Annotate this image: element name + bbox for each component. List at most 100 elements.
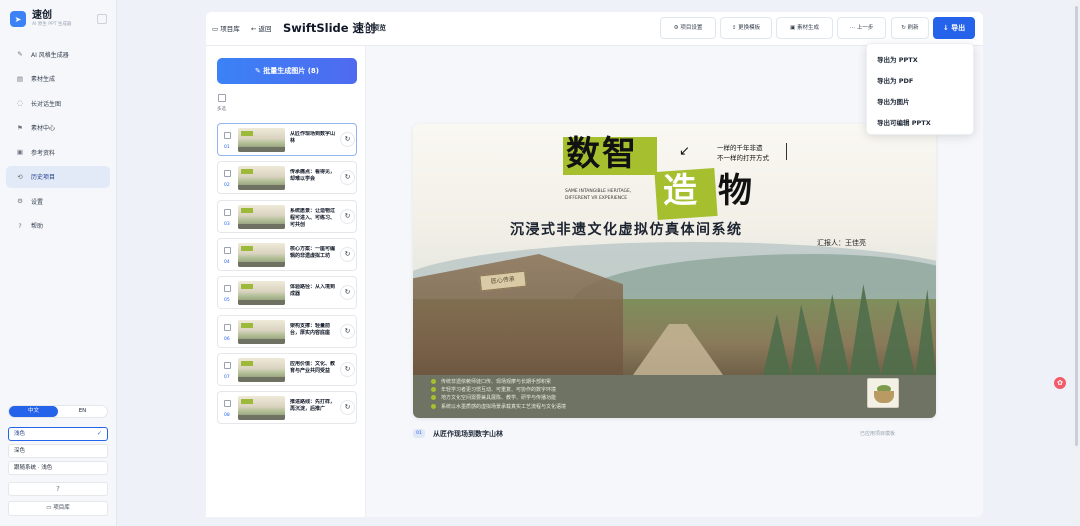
slide-card-checkbox[interactable] [224,246,231,254]
sidebar-item-3[interactable]: ⚑ 素材中心 [6,117,110,139]
help-button[interactable]: ? [8,482,108,496]
lang-en-button[interactable]: EN [58,406,107,417]
sidebar-item-label: AI 风格生成器 [31,51,69,59]
slide-card-checkbox[interactable] [224,323,231,331]
refresh-button[interactable]: ↻ 刷新 [891,17,929,39]
check-icon: ✓ [96,430,102,437]
slide-card[interactable]: 04 核心方案：一座可编辑的非遗虚拟工坊 ↻ [217,237,357,271]
slide-card-title: 传承痛点：看得见，却难以学会 [290,169,336,183]
sidebar-item-icon: ? [18,221,22,230]
change-template-button[interactable]: ⇪ 更换模板 [720,17,772,39]
slide-card-checkbox[interactable] [224,285,231,293]
thumb-band [238,147,285,152]
brand[interactable]: ➤ 速创 AI 原生 PPT 生成器 [10,10,71,28]
sidebar-item-icon: ✎ [17,50,23,58]
back-button[interactable]: ← 返回 [251,23,272,33]
sidebar-item-4[interactable]: ▣ 参考资料 [6,141,110,163]
batch-generate-button[interactable]: ✎ 批量生成图片 (8) [217,58,357,84]
sidebar-nav: ✎ AI 风格生成器 ▤ 素材生成 ◌ 长对话生图 ⚑ 素材中心 ▣ 参考资料 ⟲ 历史项目 ⚙ 设置 ? 帮… [6,43,110,239]
slide-card-checkbox[interactable] [224,208,231,216]
breadcrumb-project-library[interactable]: ▭ 项目库 [212,23,240,33]
breadcrumb-lib-label: 项目库 [220,25,240,33]
export-pptx-item[interactable]: 导出为 PPTX [877,54,918,64]
refresh-icon: ↻ [344,211,351,220]
slide-title-zao: 造 [663,171,697,211]
theme-dark-option[interactable]: 深色 [8,444,108,458]
upload-icon: ⇪ [731,25,737,31]
slide-card[interactable]: 01 从匠作现场到数字山林 ↻ [217,123,357,156]
sidebar-item-label: 素材生成 [31,76,56,83]
thumb-band [238,338,285,344]
assistant-float-icon[interactable]: ✿ [1054,377,1066,389]
folder-icon: ▭ [212,25,219,33]
slide-card-checkbox[interactable] [224,400,231,408]
thumb-title-mark [241,360,253,366]
regenerate-button[interactable]: ↻ [340,246,355,262]
sidebar-item-7[interactable]: ? 帮助 [6,215,110,237]
slide-bullet-text: 系统以水墨质感的虚拟场景承载真实工艺流程与文化语境 [441,403,567,410]
dots-icon: ⋯ [849,25,856,31]
slide-card-thumbnail [238,128,285,152]
rocket-icon: ➤ [10,11,26,27]
slide-card[interactable]: 07 应用价值：文化、教育与产业共同受益 ↻ [217,352,357,386]
sidebar-item-6[interactable]: ⚙ 设置 [6,190,110,212]
lang-zh-button[interactable]: 中文 [9,406,58,417]
refresh-icon: ↻ [344,249,351,258]
slide-card-number: 02 [224,183,230,189]
sidebar-item-2[interactable]: ◌ 长对话生图 [6,92,110,114]
sidebar-item-1[interactable]: ▤ 素材生成 [6,68,110,90]
slide-card-number: 03 [224,221,230,227]
slide-bullet: 年轻学习者更习惯互动、可重复、可协作的数字环境 [431,386,556,393]
multi-select-checkbox[interactable] [218,94,226,102]
project-library-button[interactable]: ▭ 项目库 [8,501,108,516]
scrollbar-thumb[interactable] [1075,6,1078,446]
gear-icon: ⚙ [673,25,679,31]
regenerate-button[interactable]: ↻ [340,208,355,224]
language-toggle: 中文 EN [8,405,108,418]
regenerate-button[interactable]: ↻ [340,132,355,147]
project-settings-button[interactable]: ⚙ 项目设置 [660,17,716,39]
previous-step-button[interactable]: ⋯ 上一步 [837,17,886,39]
export-pdf-item[interactable]: 导出为 PDF [877,75,913,85]
slide-tagline-2: 不一样的打开方式 [717,154,769,162]
thumb-band [238,376,285,382]
caption-slide-title: 从匠作现场到数字山林 [433,430,503,438]
image-icon: ▣ [790,25,796,31]
slide-card-title: 架构支撑：轻量前台，厚实内容底座 [290,322,331,336]
slide-preview[interactable]: 匠心传承 数智 造 物 ↙ 一样的千年非遗 不一样的打开方式 SAME INTA… [413,124,936,418]
slide-card[interactable]: 08 推进路线：先打样，再沉淀，后推广 ↻ [217,391,357,425]
arrow-left-icon: ← [251,25,257,33]
sidebar-item-5[interactable]: ⟲ 历史项目 [6,165,110,188]
regenerate-button[interactable]: ↻ [340,170,355,186]
regenerate-button[interactable]: ↻ [340,285,355,301]
thumb-title-mark [241,322,253,328]
slide-bullet: 系统以水墨质感的虚拟场景承载真实工艺流程与文化语境 [431,403,566,410]
sidebar-item-0[interactable]: ✎ AI 风格生成器 [6,43,110,65]
slide-card-checkbox[interactable] [224,170,231,178]
batch-generate-label: 批量生成图片 (8) [263,67,320,75]
slide-card-checkbox[interactable] [224,361,231,369]
collapse-sidebar-icon[interactable] [97,14,107,24]
slide-card[interactable]: 03 系统愿景：让造物过程可进入、可练习、可共创 ↻ [217,199,357,233]
regenerate-button[interactable]: ↻ [340,323,355,339]
caption-template-status: 已应用项目模板 [860,431,896,437]
slide-tagline-1: 一样的千年非遗 [717,144,763,152]
theme-system-option[interactable]: 跟随系统 · 浅色 [8,461,108,475]
slide-card-checkbox[interactable] [224,132,231,139]
toolbar-divider [365,22,366,34]
refresh-icon: ↻ [344,288,351,297]
export-label: 导出 [951,24,966,32]
regenerate-button[interactable]: ↻ [340,400,355,416]
export-image-item[interactable]: 导出为图片 [877,96,910,106]
material-generate-button[interactable]: ▣ 素材生成 [776,17,833,39]
theme-light-option[interactable]: 浅色 ✓ [8,427,108,441]
slide-card[interactable]: 06 架构支撑：轻量前台，厚实内容底座 ↻ [217,314,357,348]
slide-card[interactable]: 05 体验路径：从入境到成器 ↻ [217,276,357,310]
sidebar-item-label: 历史项目 [31,174,56,181]
slide-card-title: 从匠作现场到数字山林 [290,131,336,144]
regenerate-button[interactable]: ↻ [340,361,355,377]
tagline-divider [786,143,787,160]
slide-card[interactable]: 02 传承痛点：看得见，却难以学会 ↻ [217,161,357,195]
export-button[interactable]: ↓ 导出 [933,17,975,39]
export-editable-pptx-item[interactable]: 导出可编辑 PPTX [877,117,931,127]
